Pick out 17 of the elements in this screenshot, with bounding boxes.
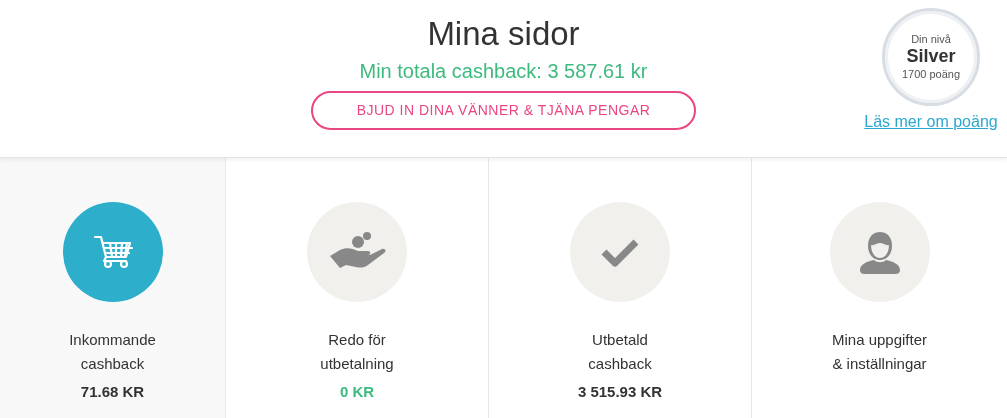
tile-amount: 71.68 KR	[80, 382, 145, 402]
points-count: 1700 poäng	[901, 67, 961, 81]
dashboard-tile[interactable]: Inkommande cashback 71.68 KR	[0, 158, 226, 418]
tile-amount: 3 515.93 KR	[577, 382, 663, 402]
tile-label: Redo för utbetalning	[320, 330, 394, 374]
tile-label: Inkommande cashback	[69, 330, 156, 374]
invite-button[interactable]: BJUD IN DINA VÄNNER & TJÄNA PENGAR	[311, 91, 696, 130]
user-icon	[857, 230, 902, 274]
page-title: Mina sidor	[427, 14, 580, 54]
level-name: Silver	[906, 46, 956, 67]
tile-label: Utbetald cashback	[588, 330, 652, 374]
tile-amount: 0 KR	[339, 382, 375, 402]
cart-icon	[92, 234, 133, 270]
tile-label: Mina uppgifter & inställningar	[831, 330, 928, 374]
check-icon	[601, 237, 639, 267]
level-caption: Din nivå	[911, 33, 951, 46]
total-cashback: Min totala cashback: 3 587.61 kr	[359, 59, 648, 84]
